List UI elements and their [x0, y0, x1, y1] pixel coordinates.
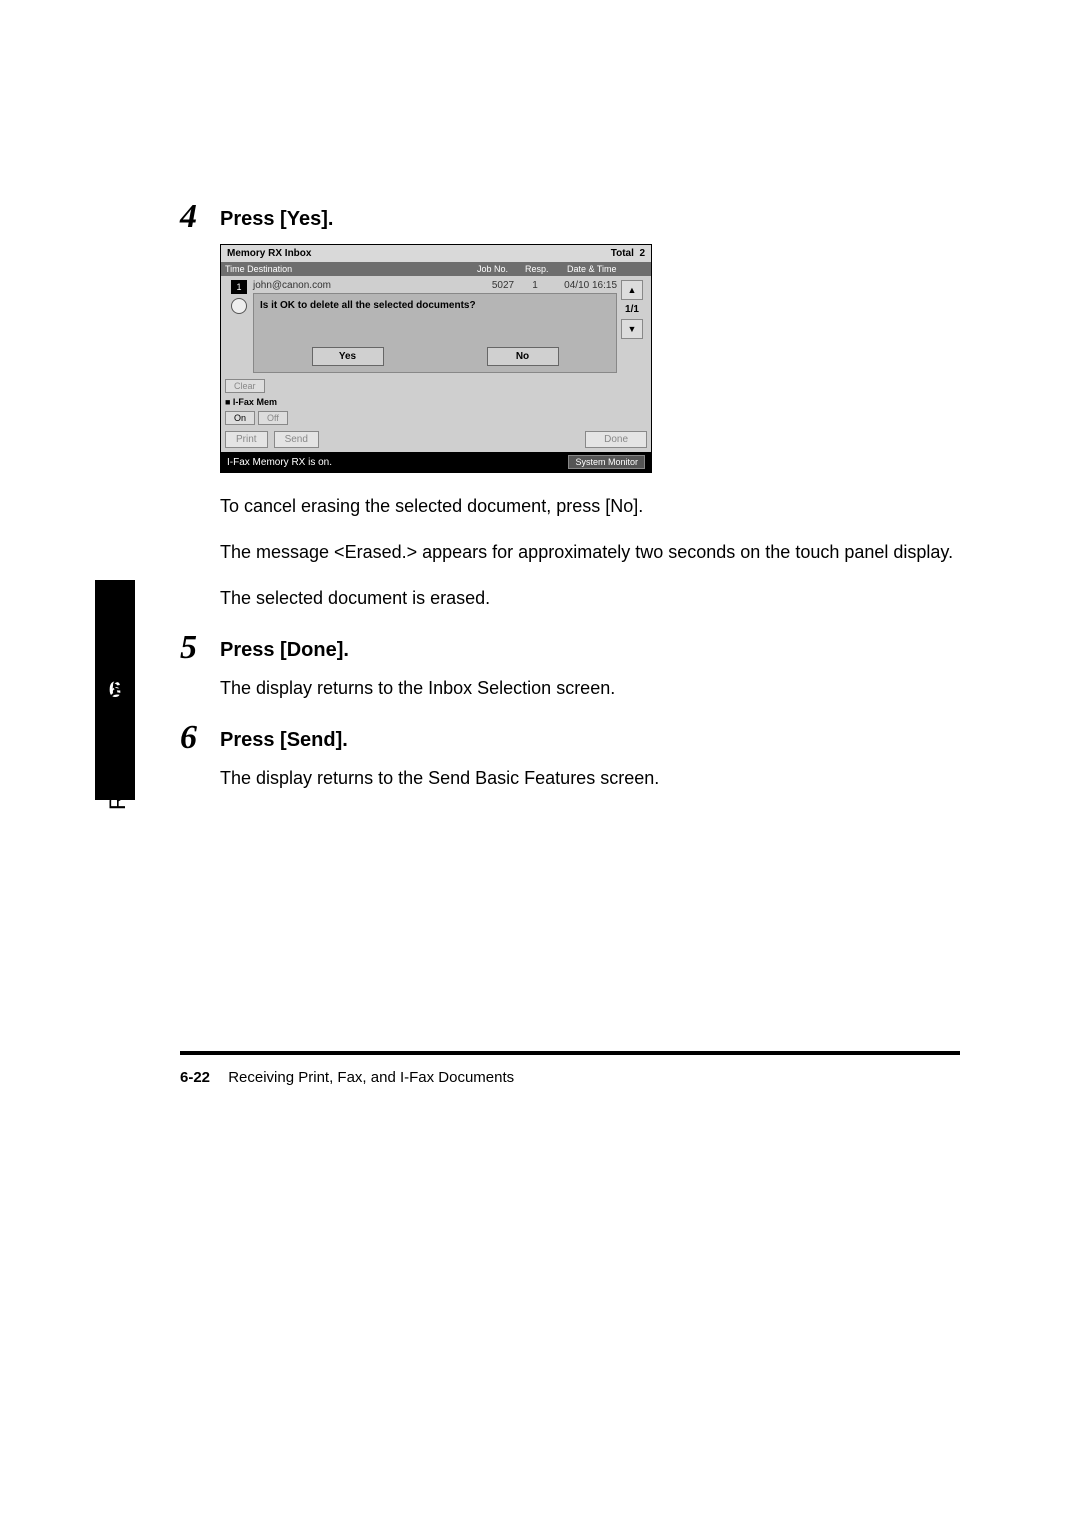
row-resp: 1: [523, 280, 547, 291]
shot-titlebar: Memory RX Inbox Total 2: [221, 245, 651, 262]
shot-onoff-row: On Off: [221, 409, 651, 427]
body-p5: The display returns to the Inbox Selecti…: [220, 675, 960, 701]
no-button[interactable]: No: [487, 347, 559, 366]
total-label: Total: [611, 248, 634, 259]
footer-title: Receiving Print, Fax, and I-Fax Document…: [228, 1069, 514, 1086]
send-button[interactable]: Send: [274, 431, 319, 448]
step-5: 5 Press [Done].: [180, 631, 960, 665]
footer-rule: [180, 1051, 960, 1055]
print-button[interactable]: Print: [225, 431, 268, 448]
row-index-badge: 1: [231, 280, 247, 294]
system-monitor-button[interactable]: System Monitor: [568, 455, 645, 469]
shot-column-header: Time Destination Job No. Resp. Date & Ti…: [221, 262, 651, 276]
step-6: 6 Press [Send].: [180, 721, 960, 755]
hdr-date: Date & Time: [567, 264, 631, 274]
side-section-label: Receiving Documents: [105, 596, 131, 810]
step-number: 5: [180, 631, 220, 665]
step-number: 6: [180, 721, 220, 755]
shot-statusbar: I-Fax Memory RX is on. System Monitor: [221, 452, 651, 472]
yes-button[interactable]: Yes: [312, 347, 384, 366]
hdr-resp: Resp.: [525, 264, 559, 274]
dialog-message: Is it OK to delete all the selected docu…: [260, 300, 610, 311]
body-p2: The message <Erased.> appears for approx…: [220, 539, 960, 565]
step-number: 4: [180, 200, 220, 234]
status-text: I-Fax Memory RX is on.: [227, 457, 332, 468]
hdr-destination: Time Destination: [225, 264, 469, 274]
clear-button[interactable]: Clear: [225, 379, 265, 393]
done-button[interactable]: Done: [585, 431, 647, 448]
scroll-down-icon[interactable]: ▼: [621, 319, 643, 339]
inbox-title: Memory RX Inbox: [227, 248, 311, 259]
step-4: 4 Press [Yes].: [180, 200, 960, 234]
shot-action-row: Print Send Done: [221, 427, 651, 452]
shot-body: 1 john@canon.com 5027 1 04/10 16:15 Is i…: [221, 276, 651, 377]
touch-panel-screenshot: Memory RX Inbox Total 2 Time Destination…: [220, 244, 652, 473]
row-jobno: 5027: [483, 280, 523, 291]
page-footer: 6-22 Receiving Print, Fax, and I-Fax Doc…: [180, 1069, 960, 1086]
step-title: Press [Send].: [220, 721, 348, 752]
ifax-label: ■ I-Fax Mem: [225, 397, 277, 407]
hdr-jobno: Job No.: [477, 264, 517, 274]
step-title: Press [Done].: [220, 631, 349, 662]
page-number: 6-22: [180, 1069, 210, 1086]
body-p1: To cancel erasing the selected document,…: [220, 493, 960, 519]
row-mail: john@canon.com: [253, 280, 483, 291]
shot-lower-row1: Clear: [221, 377, 651, 395]
page-indicator: 1/1: [625, 304, 639, 315]
row-date: 04/10 16:15: [547, 280, 617, 291]
confirm-dialog: Is it OK to delete all the selected docu…: [253, 293, 617, 373]
on-button[interactable]: On: [225, 411, 255, 425]
off-button[interactable]: Off: [258, 411, 288, 425]
document-page: 6 Receiving Documents 4 Press [Yes]. Mem…: [0, 0, 1080, 1528]
body-p6: The display returns to the Send Basic Fe…: [220, 765, 960, 791]
body-p3: The selected document is erased.: [220, 585, 960, 611]
scroll-up-icon[interactable]: ▲: [621, 280, 643, 300]
shot-ifax-row: ■ I-Fax Mem: [221, 395, 651, 409]
total-value: 2: [639, 248, 645, 259]
globe-icon: [231, 298, 247, 314]
step-title: Press [Yes].: [220, 200, 333, 231]
